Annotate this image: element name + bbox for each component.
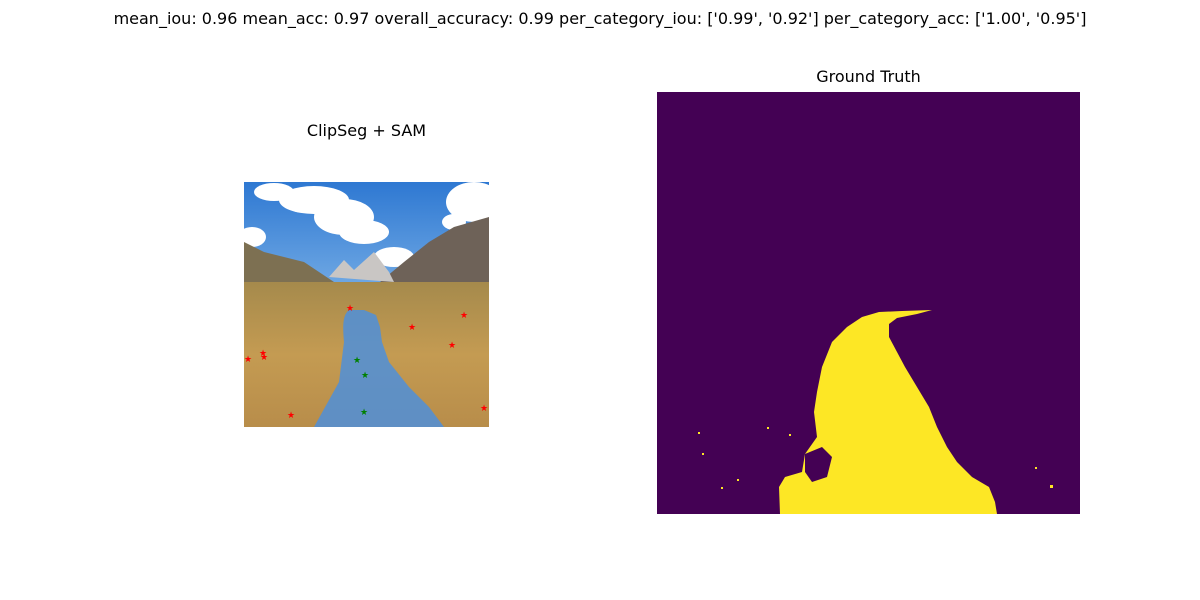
red-star-icon: ★ (287, 411, 295, 421)
ground-truth-mask-panel (657, 92, 1080, 514)
panel-title-prediction: ClipSeg + SAM (306, 121, 427, 140)
red-star-icon: ★ (260, 353, 268, 363)
red-star-icon: ★ (448, 341, 456, 351)
prediction-image-panel: ★ ★ ★ ★ ★ ★ ★ ★ ★ ★ ★ ★ (244, 182, 489, 427)
red-star-icon: ★ (408, 323, 416, 333)
panel-title-ground-truth: Ground Truth (816, 67, 921, 86)
figure-suptitle: mean_iou: 0.96 mean_acc: 0.97 overall_ac… (113, 9, 1087, 28)
green-star-icon: ★ (360, 408, 368, 418)
red-star-icon: ★ (480, 404, 488, 414)
green-star-icon: ★ (353, 356, 361, 366)
red-star-icon: ★ (460, 311, 468, 321)
red-star-icon: ★ (244, 355, 252, 365)
green-star-icon: ★ (361, 371, 369, 381)
red-star-icon: ★ (346, 304, 354, 314)
